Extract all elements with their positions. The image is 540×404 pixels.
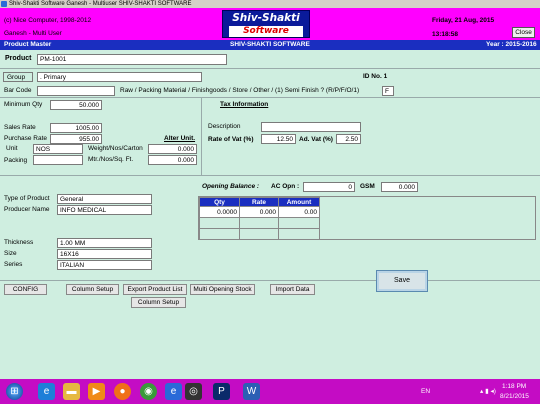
ie2-icon[interactable]: e (165, 383, 182, 400)
column-setup-button[interactable]: Column Setup (66, 284, 119, 295)
table-row[interactable]: 0.0000 0.000 0.00 (199, 206, 320, 218)
clock-time[interactable]: 1:18 PM (502, 383, 526, 390)
form-company: SHIV-SHAKTI SOFTWARE (230, 41, 310, 48)
description-label: Description (208, 123, 241, 130)
producer-label: Producer Name (4, 206, 50, 213)
thickness-input[interactable]: 1.00 MM (57, 238, 152, 248)
product-type-text: Raw / Packing Material / Finishgoods / S… (120, 87, 360, 94)
word-icon[interactable]: W (243, 383, 260, 400)
logo-line2: Software (229, 26, 303, 37)
ie-icon[interactable]: e (38, 383, 55, 400)
min-qty-label: Minimum Qty (4, 101, 43, 108)
vat-input[interactable]: 12.50 (261, 134, 296, 144)
vat-label: Rate of Vat (%) (208, 136, 254, 143)
user-text: Ganesh - Multi User (4, 30, 62, 37)
import-data-button[interactable]: Import Data (270, 284, 315, 295)
weight-input[interactable]: 0.000 (148, 144, 197, 154)
description-input[interactable] (261, 122, 361, 132)
advat-input[interactable]: 2.50 (336, 134, 361, 144)
gsm-label: GSM (360, 183, 375, 190)
firefox-icon[interactable]: ● (114, 383, 131, 400)
header-date: Friday, 21 Aug, 2015 (432, 17, 495, 24)
app-header: (c) Nice Computer, 1998-2012 Ganesh - Mu… (0, 8, 540, 40)
ac-opening-label: AC Opn : (271, 183, 300, 190)
export-product-list-button[interactable]: Export Product List (123, 284, 187, 295)
sales-rate-label: Sales Rate (4, 124, 36, 131)
mtr-input[interactable]: 0.000 (148, 155, 197, 165)
group-input[interactable]: . Primary (37, 72, 202, 82)
folder-icon[interactable]: ▬ (63, 383, 80, 400)
language-indicator[interactable]: EN (421, 388, 430, 395)
series-input[interactable]: ITALIAN (57, 260, 152, 270)
unit-label: Unit (6, 145, 18, 152)
column-setup-button-2[interactable]: Column Setup (131, 297, 186, 308)
media-icon[interactable]: ▶ (88, 383, 105, 400)
chrome-icon[interactable]: ◉ (140, 383, 157, 400)
multi-opening-stock-button[interactable]: Multi Opening Stock (190, 284, 255, 295)
product-label: Product (5, 55, 32, 62)
form-title: Product Master (4, 41, 52, 48)
grid-cell-rate[interactable]: 0.000 (239, 206, 279, 218)
table-row[interactable] (199, 228, 320, 240)
grid-header-rate: Rate (239, 197, 279, 207)
table-row[interactable] (199, 217, 320, 229)
divider (0, 97, 540, 98)
grid-header-qty: Qty (199, 197, 240, 207)
logo-line1: Shiv-Shakti (232, 12, 300, 24)
advat-label: Ad. Vat (%) (299, 136, 333, 143)
form-titlebar: Product Master SHIV-SHAKTI SOFTWARE Year… (0, 40, 540, 50)
sales-rate-input[interactable]: 1005.00 (50, 123, 102, 133)
logo: Shiv-Shakti Software (222, 10, 310, 38)
divider (0, 175, 540, 176)
opening-balance-title: Opening Balance : (202, 183, 260, 190)
divider (0, 68, 540, 69)
copyright-text: (c) Nice Computer, 1998-2012 (4, 17, 92, 24)
id-number: ID No. 1 (363, 73, 388, 80)
weight-label: Weight/Nos/Carton (88, 145, 143, 152)
series-label: Series (4, 261, 23, 268)
clock-date[interactable]: 8/21/2015 (500, 393, 529, 400)
packing-label: Packing (4, 157, 28, 164)
divider (0, 280, 540, 281)
tray-icons[interactable]: ▴ ▮ ◂) (480, 387, 496, 395)
min-qty-input[interactable]: 50.000 (50, 100, 102, 110)
eye-icon[interactable]: ◎ (185, 383, 202, 400)
window-titlebar: Shiv-Shakti Software Ganesh - Multiuser … (0, 0, 540, 8)
packing-input[interactable] (33, 155, 83, 165)
taskbar: ⊞ e ▬ ▶ ● ◉ e ◎ P W EN ▴ ▮ ◂) 1:18 PM 8/… (0, 379, 540, 404)
ac-opening-input[interactable]: 0 (303, 182, 355, 192)
alter-unit-link[interactable]: Alter Unit. (164, 135, 195, 142)
gsm-input[interactable]: 0.000 (381, 182, 418, 192)
mtr-label: Mtr./Nos/Sq. Ft. (88, 156, 134, 163)
size-input[interactable]: 16X16 (57, 249, 152, 259)
grid-cell-qty[interactable]: 0.0000 (199, 206, 240, 218)
photoshop-icon[interactable]: P (213, 383, 230, 400)
type-label: Type of Product (4, 195, 50, 202)
window-title: Shiv-Shakti Software Ganesh - Multiuser … (9, 1, 192, 7)
start-icon[interactable]: ⊞ (6, 383, 23, 400)
grid-header-amount: Amount (278, 197, 320, 207)
grid-cell-amount[interactable]: 0.00 (278, 206, 320, 218)
tax-info-title: Tax Information (220, 101, 269, 108)
product-type-input[interactable]: F (382, 86, 394, 96)
barcode-label: Bar Code (4, 87, 32, 94)
purchase-rate-input[interactable]: 955.00 (50, 134, 102, 144)
barcode-input[interactable] (37, 86, 115, 96)
producer-input[interactable]: INFO MEDICAL (57, 205, 152, 215)
form-year: Year : 2015-2016 (486, 41, 537, 48)
close-button[interactable]: Close (512, 27, 535, 38)
opening-stock-grid[interactable]: Qty Rate Amount 0.0000 0.000 0.00 (198, 196, 536, 240)
purchase-rate-label: Purchase Rate (4, 135, 47, 142)
size-label: Size (4, 250, 17, 257)
config-button[interactable]: CONFIG (4, 284, 47, 295)
unit-input[interactable]: NOS (33, 144, 83, 154)
header-time: 13:18:58 (432, 31, 459, 38)
divider (201, 97, 202, 175)
thickness-label: Thickness (4, 239, 34, 246)
product-code-input[interactable]: PM-1001 (37, 54, 227, 65)
app-icon (1, 1, 7, 7)
save-button[interactable]: Save (376, 270, 428, 292)
group-label: Group (3, 72, 33, 82)
type-input[interactable]: General (57, 194, 152, 204)
